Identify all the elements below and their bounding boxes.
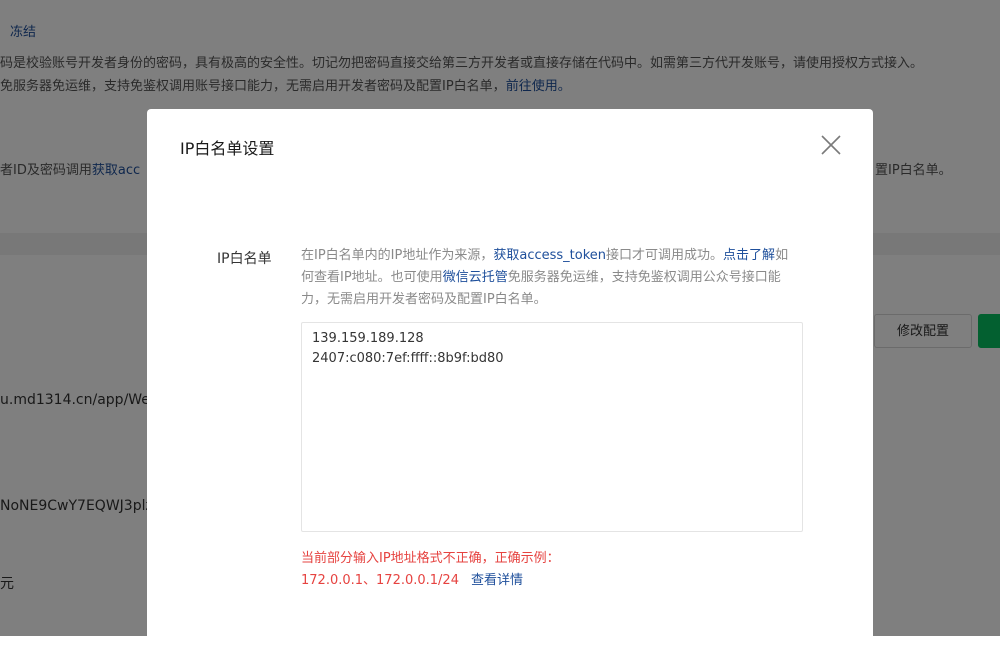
view-details-link[interactable]: 查看详情 [471, 573, 523, 588]
error-example: 172.0.0.1、172.0.0.1/24 [301, 573, 459, 588]
ip-whitelist-dialog: IP白名单设置 IP白名单 在IP白名单内的IP地址作为来源，获取access_… [147, 109, 873, 649]
wechat-cloud-hosting-link[interactable]: 微信云托管 [443, 270, 508, 285]
error-message: 当前部分输入IP地址格式不正确，正确示例： [301, 551, 560, 566]
ip-whitelist-help: 在IP白名单内的IP地址作为来源，获取access_token接口才可调用成功。… [301, 248, 789, 307]
dialog-title: IP白名单设置 [180, 139, 275, 158]
close-button[interactable] [819, 133, 843, 157]
close-icon [821, 135, 841, 155]
ip-whitelist-textarea[interactable]: 139.159.189.128 2407:c080:7ef:ffff::8b9f… [301, 322, 803, 532]
ip-format-error: 当前部分输入IP地址格式不正确，正确示例： 172.0.0.1、172.0.0.… [301, 548, 560, 592]
get-access-token-link[interactable]: 获取access_token [493, 248, 606, 263]
ip-whitelist-label: IP白名单 [217, 251, 272, 267]
learn-more-link[interactable]: 点击了解 [723, 248, 775, 263]
